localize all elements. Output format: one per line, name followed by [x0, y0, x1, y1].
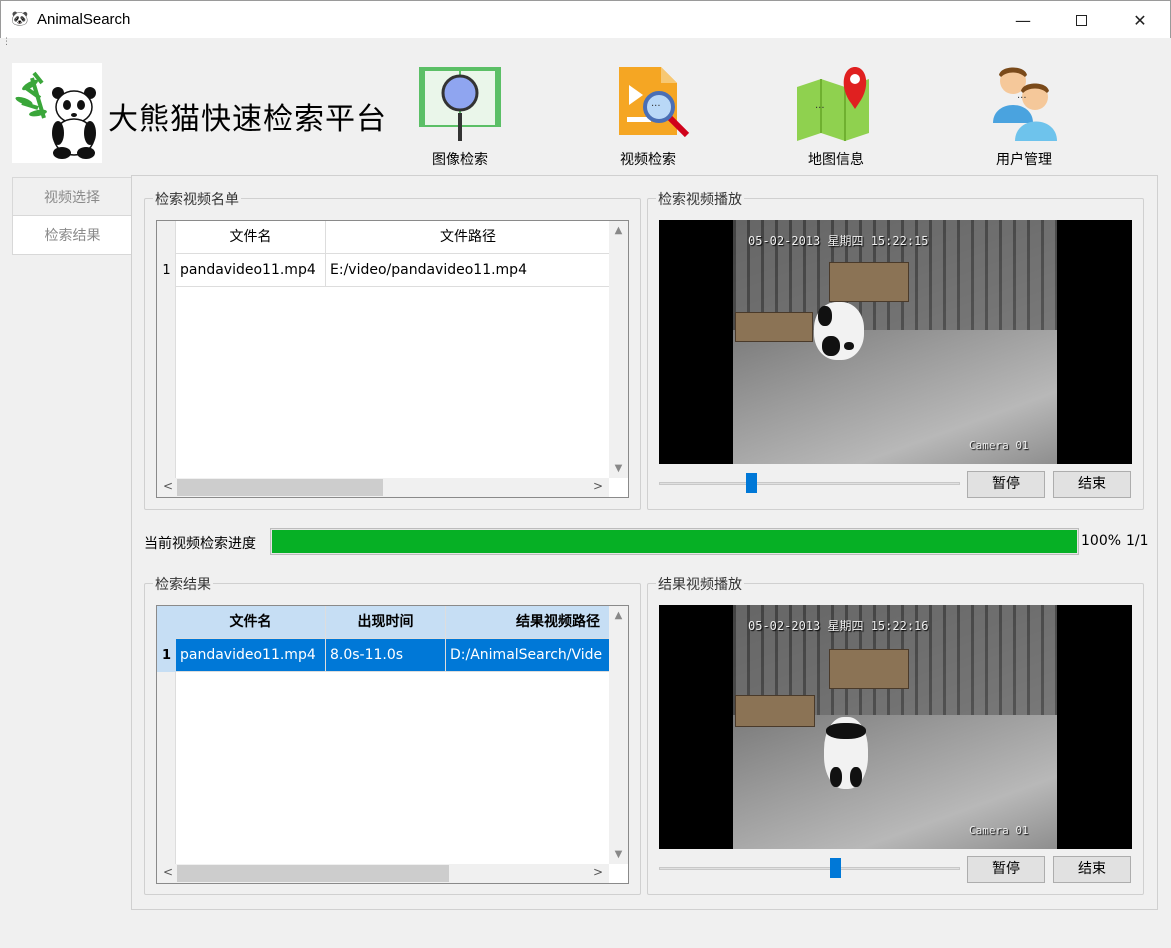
scroll-right-icon[interactable]: > — [593, 865, 603, 879]
cell-filename[interactable]: pandavideo11.mp4 — [176, 254, 326, 287]
result-pause-button[interactable]: 暂停 — [967, 856, 1045, 883]
video-list-table[interactable]: 文件名 文件路径 1 pandavideo11.mp4 E:/video/pan… — [156, 220, 629, 498]
close-button[interactable]: ✕ — [1111, 1, 1169, 39]
column-header-result-path[interactable]: 结果视频路径 — [446, 606, 610, 639]
svg-text:···: ··· — [1017, 93, 1027, 104]
vertical-scrollbar[interactable]: ▲ ▼ — [609, 221, 628, 478]
wooden-bench — [829, 262, 909, 302]
column-header-filename[interactable]: 文件名 — [176, 606, 326, 639]
image-search-icon — [415, 63, 505, 143]
search-player-title: 检索视频播放 — [656, 189, 744, 209]
search-video-slider[interactable] — [659, 473, 960, 493]
app-heading: 大熊猫快速检索平台 — [108, 102, 387, 137]
close-icon: ✕ — [1133, 10, 1147, 30]
camera-label: Camera 01 — [969, 439, 1029, 452]
corner-cell[interactable] — [157, 606, 176, 639]
search-progress-bar — [270, 528, 1079, 555]
window-title: AnimalSearch — [37, 11, 131, 28]
video-search-icon: ··· — [603, 63, 693, 143]
map-info-button[interactable]: ··· 地图信息 — [776, 63, 896, 173]
search-stop-button[interactable]: 结束 — [1053, 471, 1131, 498]
scroll-right-icon[interactable]: > — [593, 479, 603, 493]
user-management-icon: ··· — [979, 63, 1069, 143]
title-bar: 🐼 AnimalSearch — ✕ — [0, 0, 1171, 38]
search-video-display[interactable]: 05-02-2013 星期四 15:22:15 Camera 01 — [659, 220, 1132, 464]
result-video-slider[interactable] — [659, 858, 960, 878]
scroll-thumb[interactable] — [177, 865, 449, 882]
maximize-button[interactable] — [1052, 1, 1110, 39]
progress-label: 当前视频检索进度 — [144, 536, 256, 552]
panda-logo — [12, 63, 102, 163]
minimize-icon: — — [1015, 10, 1031, 30]
vertical-scrollbar[interactable]: ▲ ▼ — [609, 606, 628, 864]
slider-track[interactable] — [659, 482, 960, 485]
progress-fill — [272, 530, 1077, 553]
search-pause-button[interactable]: 暂停 — [967, 471, 1045, 498]
row-number[interactable]: 1 — [157, 254, 176, 287]
wooden-bench — [735, 695, 815, 727]
slider-handle[interactable] — [746, 473, 757, 493]
results-table[interactable]: 文件名 出现时间 结果视频路径 1 pandavideo11.mp4 8.0s-… — [156, 605, 629, 884]
toolbar-grip[interactable]: ⋮ — [2, 38, 11, 47]
tab-video-select[interactable]: 视频选择 — [12, 177, 132, 217]
slider-track[interactable] — [659, 867, 960, 870]
cell-appear-time[interactable]: 8.0s-11.0s — [326, 639, 446, 672]
horizontal-scrollbar[interactable]: < > — [157, 864, 609, 883]
svg-text:···: ··· — [651, 101, 661, 112]
result-player-title: 结果视频播放 — [656, 574, 744, 594]
video-timestamp: 05-02-2013 星期四 15:22:15 — [748, 234, 929, 248]
video-timestamp: 05-02-2013 星期四 15:22:16 — [748, 619, 929, 633]
horizontal-scrollbar[interactable]: < > — [157, 478, 609, 497]
result-video-display[interactable]: 05-02-2013 星期四 15:22:16 Camera 01 — [659, 605, 1132, 849]
cell-filename[interactable]: pandavideo11.mp4 — [176, 639, 326, 672]
map-info-icon: ··· — [791, 63, 881, 143]
image-search-button[interactable]: 图像检索 — [400, 63, 520, 173]
user-management-button[interactable]: ··· 用户管理 — [964, 63, 1084, 173]
maximize-icon — [1075, 14, 1087, 26]
video-search-label: 视频检索 — [620, 152, 676, 168]
result-stop-button[interactable]: 结束 — [1053, 856, 1131, 883]
scroll-left-icon[interactable]: < — [163, 865, 173, 879]
map-info-label: 地图信息 — [808, 152, 864, 168]
camera-label: Camera 01 — [969, 824, 1029, 837]
video-list-title: 检索视频名单 — [153, 189, 241, 209]
scroll-thumb[interactable] — [177, 479, 383, 496]
progress-count: 1/1 — [1126, 533, 1149, 549]
cell-filepath[interactable]: E:/video/pandavideo11.mp4 — [326, 254, 610, 287]
image-search-label: 图像检索 — [432, 152, 488, 168]
results-title: 检索结果 — [153, 574, 213, 594]
svg-text:···: ··· — [815, 103, 825, 114]
wooden-bench — [735, 312, 813, 342]
tab-search-results[interactable]: 检索结果 — [12, 215, 132, 255]
video-search-button[interactable]: ··· 视频检索 — [588, 63, 708, 173]
minimize-button[interactable]: — — [994, 1, 1052, 39]
column-header-filename[interactable]: 文件名 — [176, 221, 326, 254]
scroll-left-icon[interactable]: < — [163, 479, 173, 493]
cell-result-path[interactable]: D:/AnimalSearch/Vide — [446, 639, 610, 672]
wooden-bench — [829, 649, 909, 689]
app-icon: 🐼 — [11, 11, 29, 27]
slider-handle[interactable] — [830, 858, 841, 878]
row-number[interactable]: 1 — [157, 639, 176, 672]
user-management-label: 用户管理 — [996, 152, 1052, 168]
column-header-appear-time[interactable]: 出现时间 — [326, 606, 446, 639]
column-header-filepath[interactable]: 文件路径 — [326, 221, 610, 254]
progress-percent: 100% — [1081, 533, 1122, 549]
